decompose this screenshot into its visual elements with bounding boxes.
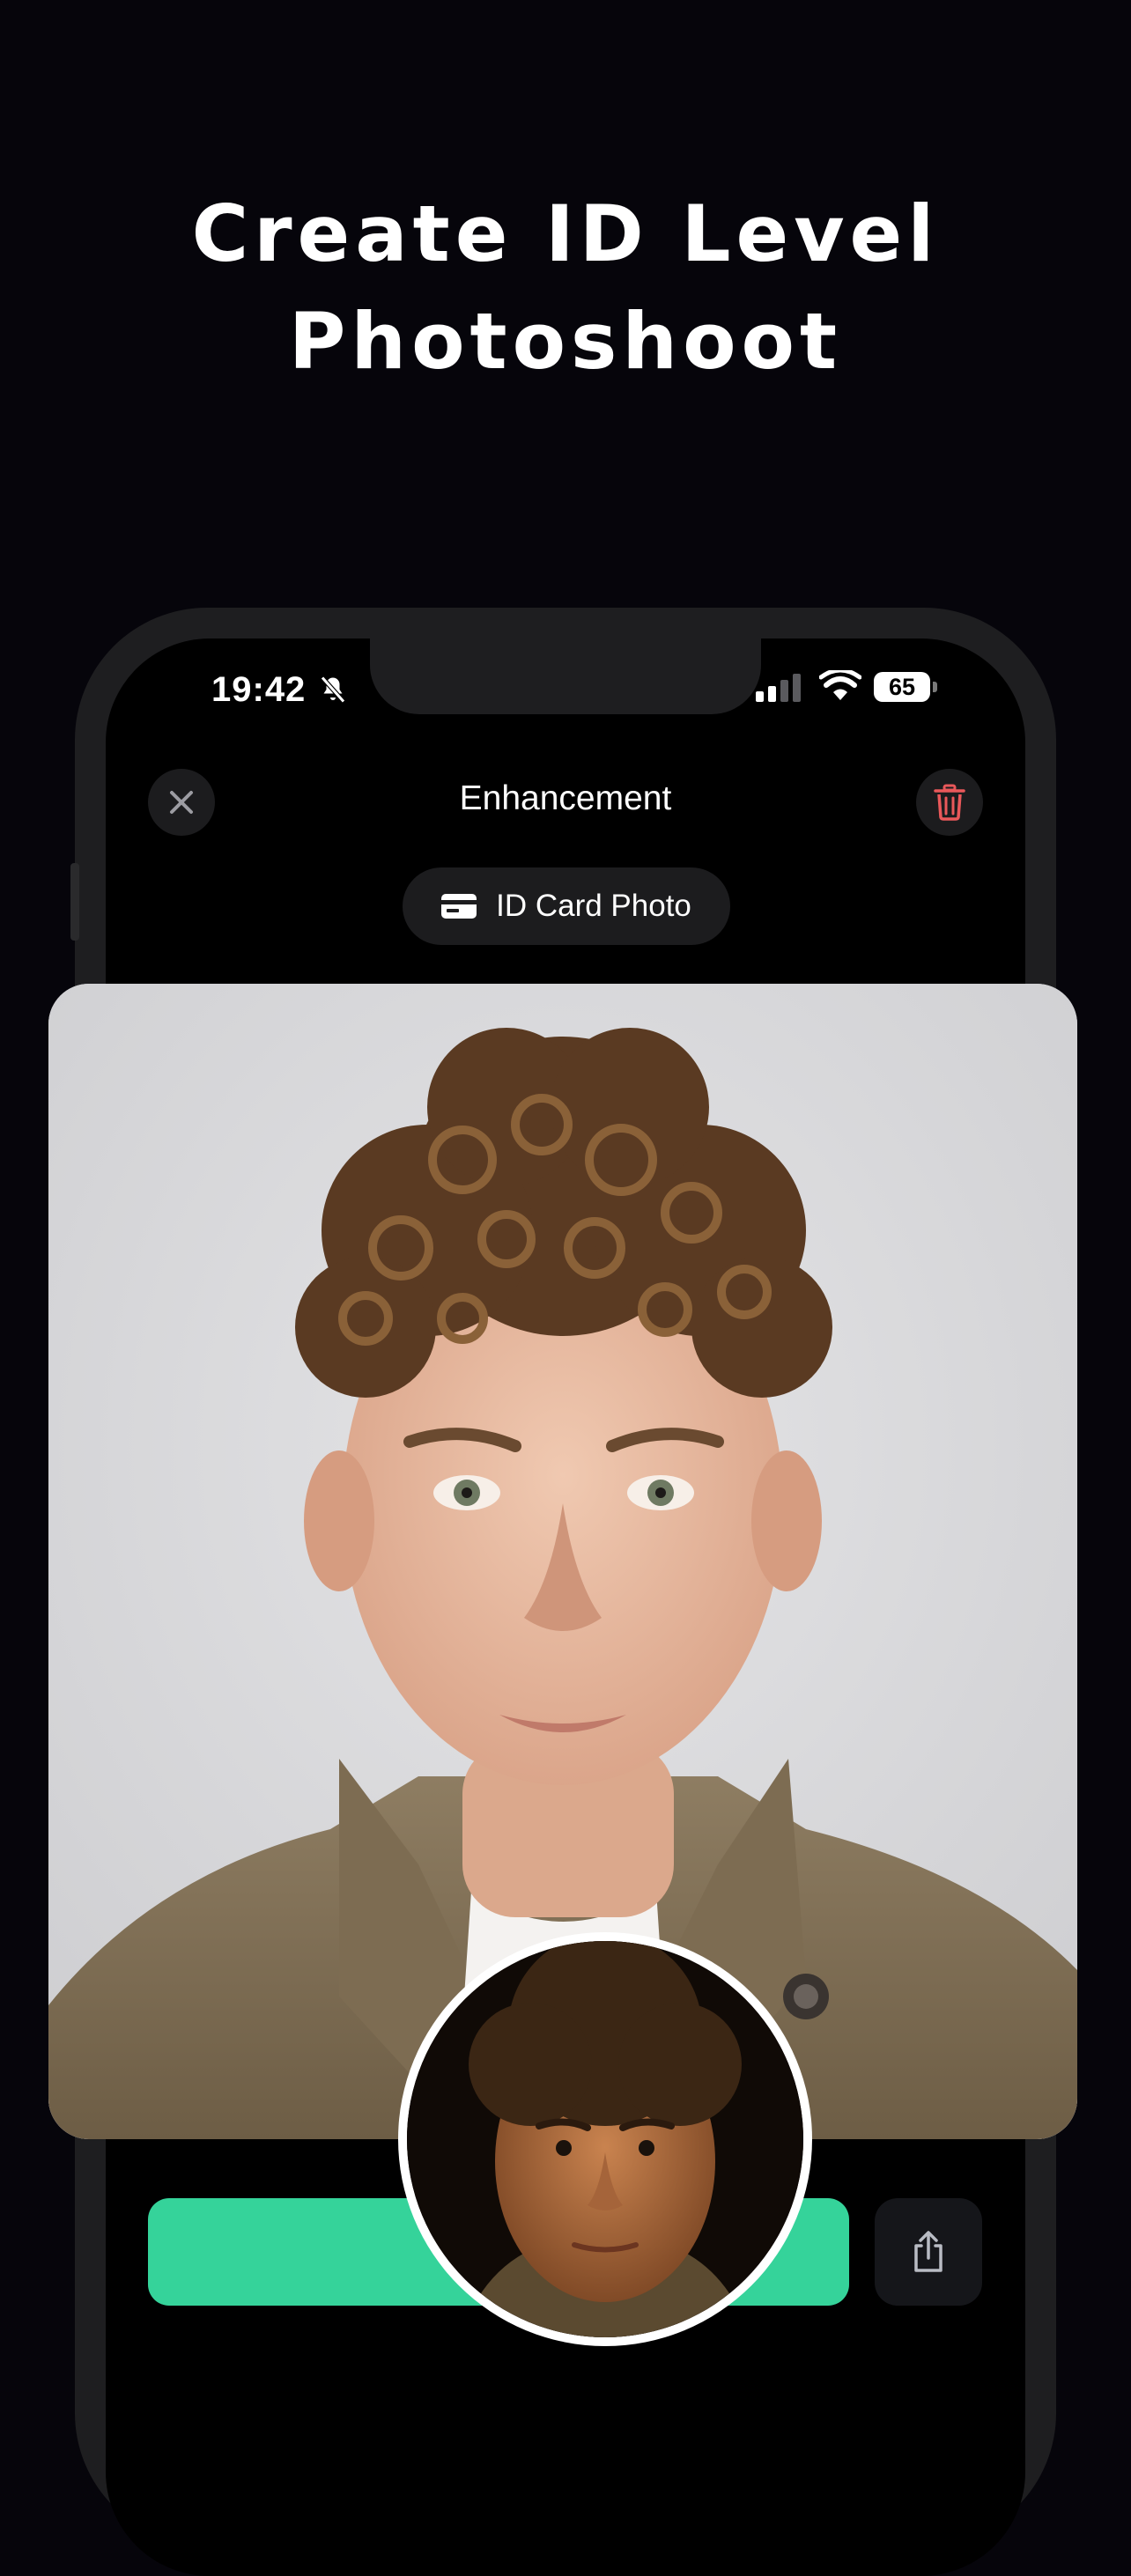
page-title: Enhancement bbox=[459, 779, 672, 817]
battery-indicator: 65 bbox=[874, 672, 930, 702]
cellular-signal-icon bbox=[756, 674, 805, 706]
status-time: 19:42 bbox=[211, 670, 307, 709]
delete-button[interactable] bbox=[916, 769, 983, 836]
id-card-icon bbox=[441, 894, 477, 919]
original-photo bbox=[407, 1941, 803, 2337]
promo-headline: Create ID Level Photoshoot bbox=[0, 181, 1131, 395]
share-icon bbox=[914, 2231, 942, 2272]
battery-nub bbox=[933, 682, 937, 692]
bell-slash-icon bbox=[317, 674, 349, 710]
notch bbox=[370, 638, 761, 714]
mode-pill-label: ID Card Photo bbox=[496, 889, 691, 923]
wifi-icon bbox=[818, 668, 862, 706]
original-photo-thumbnail[interactable] bbox=[398, 1932, 812, 2346]
phone-side-button bbox=[70, 863, 79, 941]
share-button[interactable] bbox=[875, 2198, 982, 2306]
mode-pill[interactable]: ID Card Photo bbox=[403, 867, 730, 945]
headline-line-1: Create ID Level bbox=[191, 188, 940, 279]
headline-line-2: Photoshoot bbox=[288, 296, 843, 387]
trash-icon bbox=[934, 784, 965, 821]
